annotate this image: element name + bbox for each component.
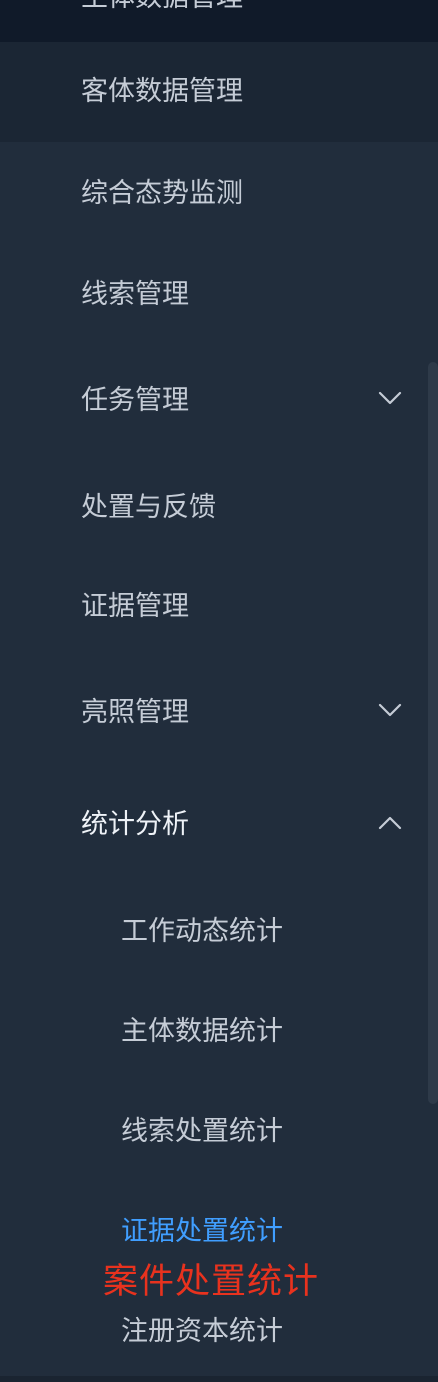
sidebar-item-label: 证据管理 bbox=[81, 591, 189, 622]
chevron-down-icon bbox=[378, 391, 402, 405]
sidebar-item-label: 综合态势监测 bbox=[81, 178, 243, 209]
sidebar-bottom-edge bbox=[0, 1376, 438, 1382]
sidebar-menu: 主体数据管理 客体数据管理 综合态势监测 线索管理 任务管理 处置与反馈 证据管… bbox=[0, 0, 438, 1382]
sidebar-item-situation-monitoring[interactable]: 综合态势监测 bbox=[0, 142, 438, 242]
sidebar-item-label: 处置与反馈 bbox=[81, 492, 216, 523]
sidebar-item-task-management[interactable]: 任务管理 bbox=[0, 346, 438, 454]
submenu-item-label: 主体数据统计 bbox=[121, 1016, 283, 1047]
sidebar-item-object-data[interactable]: 客体数据管理 bbox=[0, 42, 438, 142]
sidebar-item-statistics[interactable]: 统计分析 bbox=[0, 766, 438, 882]
sidebar-item-disposal-feedback[interactable]: 处置与反馈 bbox=[0, 454, 438, 554]
sidebar-item-label: 亮照管理 bbox=[81, 697, 189, 728]
submenu-item-label: 工作动态统计 bbox=[121, 916, 283, 947]
submenu-item-work-dynamics[interactable]: 工作动态统计 bbox=[0, 882, 438, 982]
scrollbar-thumb[interactable] bbox=[428, 362, 438, 1104]
sidebar-item-clue-management[interactable]: 线索管理 bbox=[0, 242, 438, 346]
sidebar-item-label: 主体数据管理 bbox=[81, 0, 243, 18]
submenu-item-subject-data[interactable]: 主体数据统计 bbox=[0, 982, 438, 1082]
sidebar-item-label: 统计分析 bbox=[81, 809, 189, 840]
chevron-up-icon bbox=[378, 816, 402, 830]
sidebar-item-subject-data[interactable]: 主体数据管理 bbox=[0, 0, 438, 42]
submenu-item-clue-disposal[interactable]: 线索处置统计 bbox=[0, 1082, 438, 1182]
chevron-down-icon bbox=[378, 703, 402, 717]
sidebar-item-label: 线索管理 bbox=[81, 279, 189, 310]
sidebar-item-label: 客体数据管理 bbox=[81, 76, 243, 107]
sidebar-item-label: 任务管理 bbox=[81, 385, 189, 416]
annotation-text: 案件处置统计 bbox=[103, 1262, 320, 1302]
submenu-item-label: 线索处置统计 bbox=[121, 1116, 283, 1147]
submenu-item-label: 注册资本统计 bbox=[121, 1316, 283, 1347]
sidebar-item-license-display[interactable]: 亮照管理 bbox=[0, 658, 438, 766]
sidebar-item-evidence-management[interactable]: 证据管理 bbox=[0, 554, 438, 658]
submenu-item-label: 证据处置统计 bbox=[121, 1216, 283, 1247]
